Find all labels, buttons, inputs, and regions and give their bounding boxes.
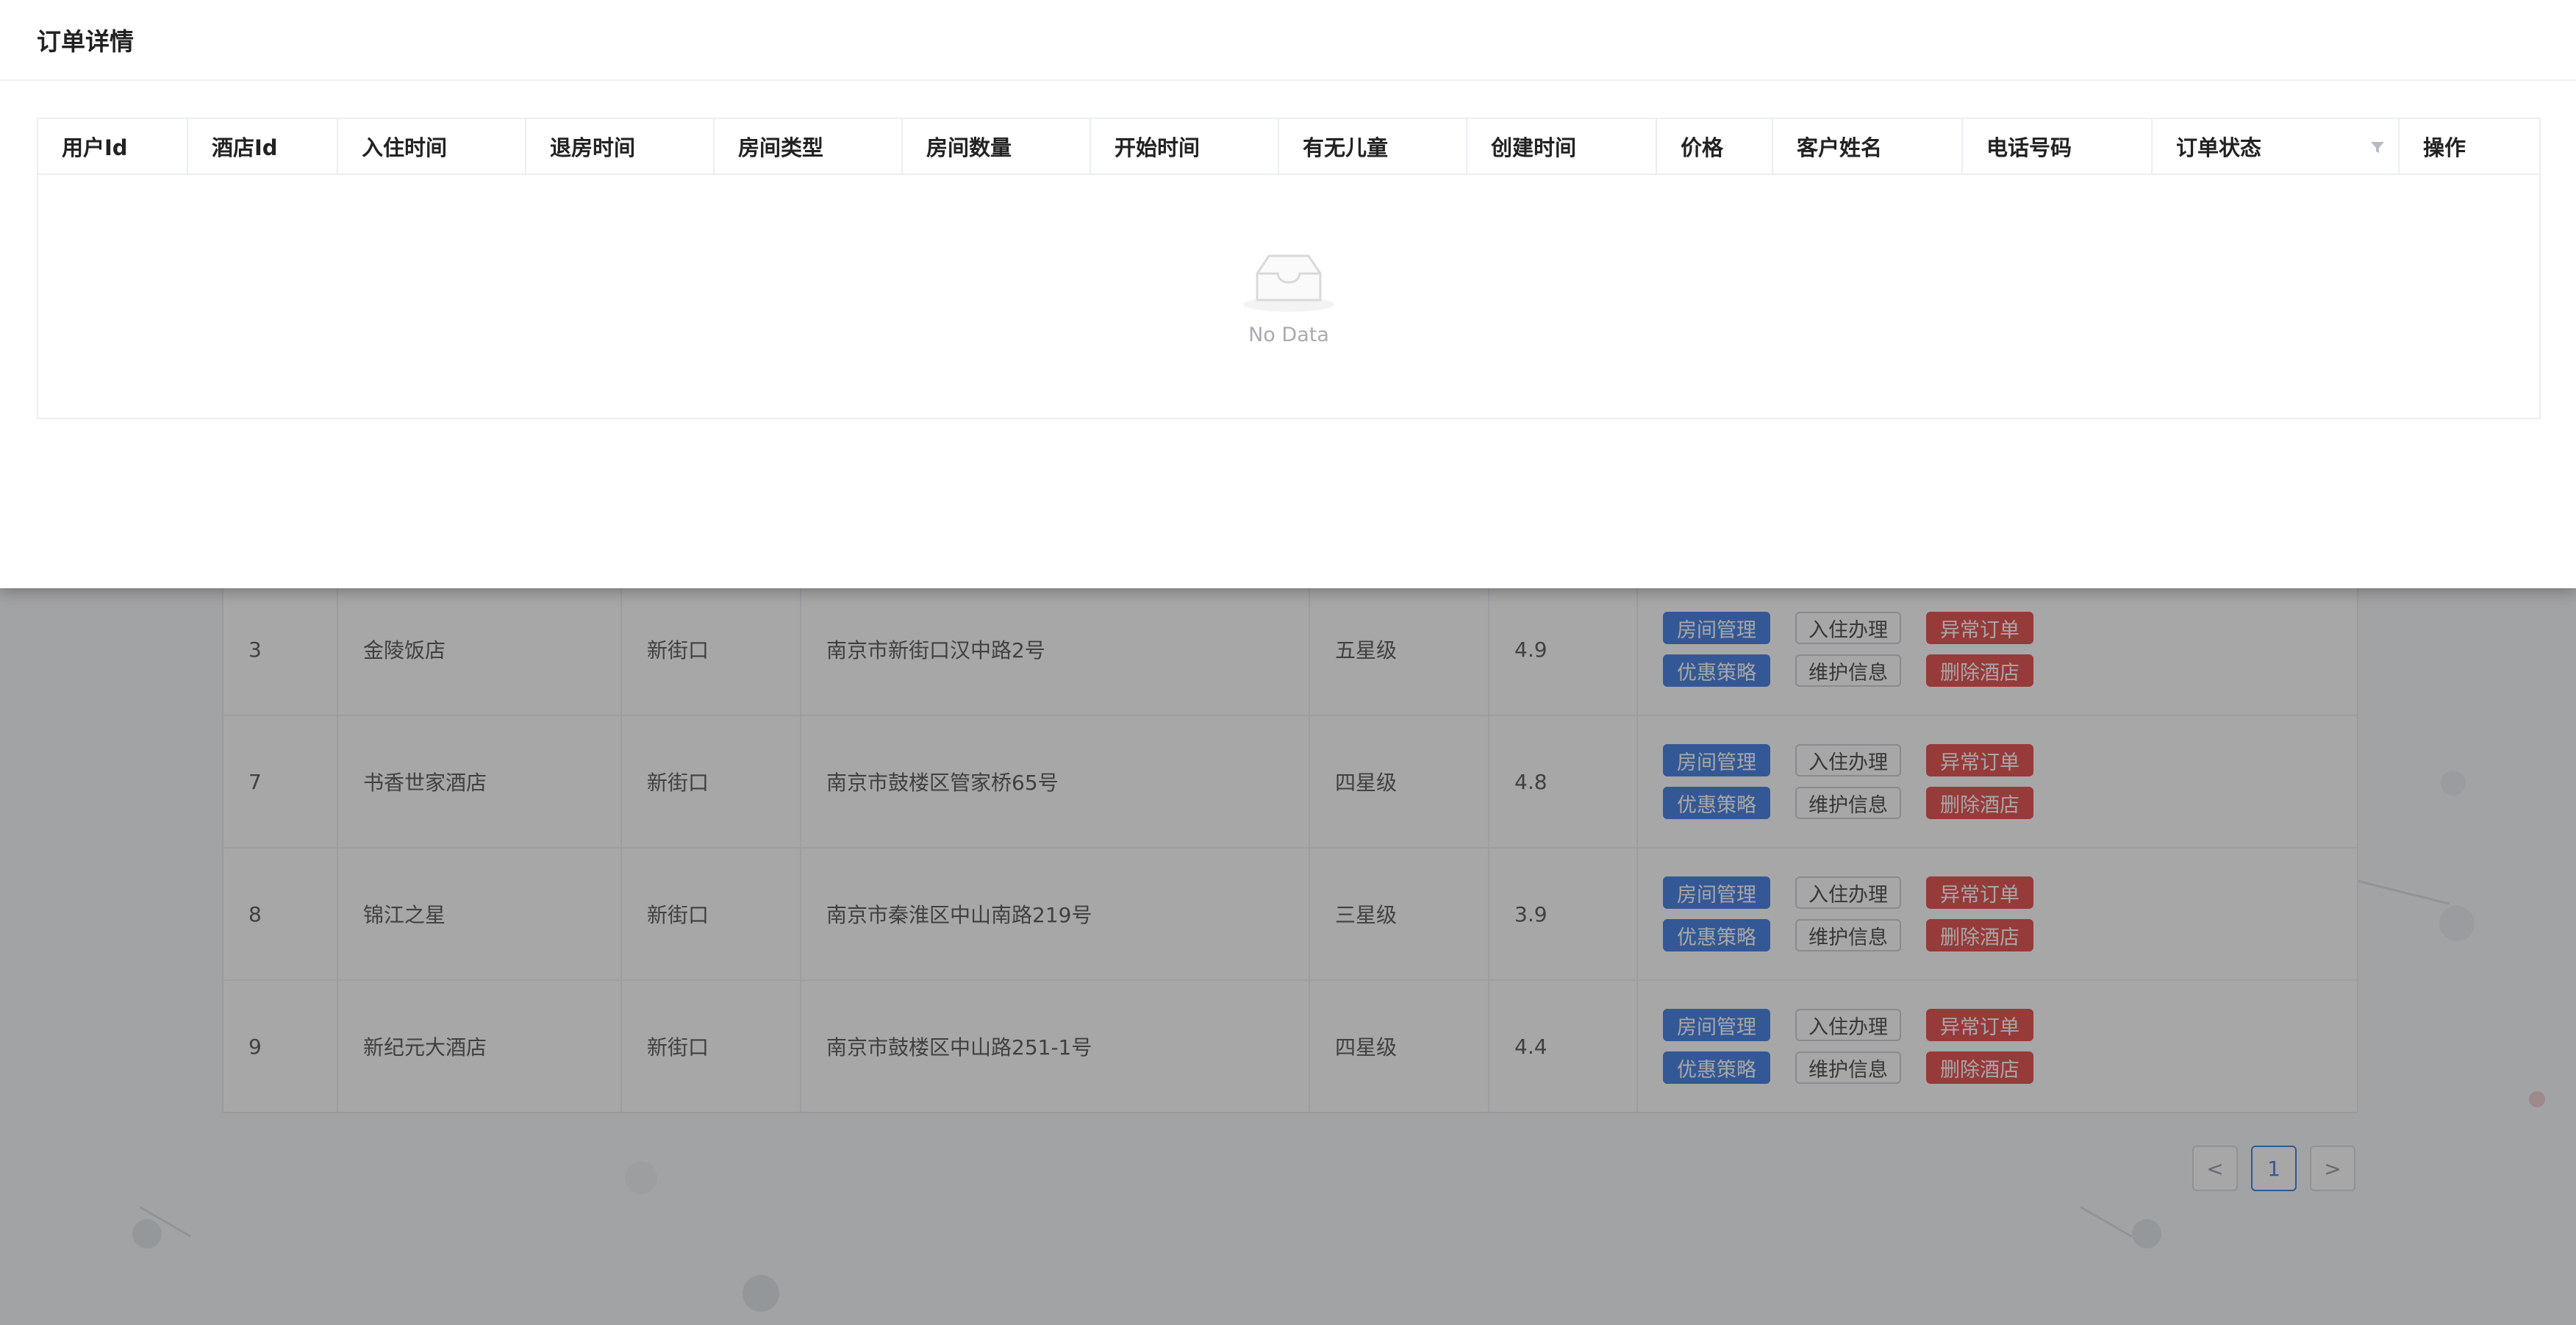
col-room-type: 房间类型 [715,119,903,174]
col-checkin-time: 入住时间 [338,119,526,174]
col-hotel-id: 酒店Id [188,119,338,174]
order-detail-drawer: 订单详情 用户Id 酒店Id 入住时间 退房时间 房间类型 房间数量 开始时间 … [0,0,2576,588]
inbox-empty-icon [1243,254,1334,312]
col-checkout-time: 退房时间 [526,119,715,174]
col-has-children: 有无儿童 [1279,119,1467,174]
col-create-time: 创建时间 [1467,119,1657,174]
col-user-id: 用户Id [38,119,188,174]
drawer-header: 订单详情 [0,0,2576,81]
col-customer-name: 客户姓名 [1773,119,1963,174]
col-room-count: 房间数量 [903,119,1091,174]
col-order-status-label: 订单状态 [2176,135,2262,160]
col-price: 价格 [1657,119,1773,174]
empty-state-text: No Data [1248,323,1329,346]
empty-state: No Data [38,175,2539,418]
col-operations: 操作 [2423,135,2466,160]
order-table: 用户Id 酒店Id 入住时间 退房时间 房间类型 房间数量 开始时间 有无儿童 … [37,118,2541,419]
drawer-title: 订单详情 [37,27,134,56]
order-table-header: 用户Id 酒店Id 入住时间 退房时间 房间类型 房间数量 开始时间 有无儿童 … [38,119,2539,175]
col-order-status: 订单状态 [2153,119,2400,174]
col-start-time: 开始时间 [1091,119,1279,174]
filter-icon[interactable] [2369,138,2386,156]
col-phone: 电话号码 [1963,119,2153,174]
